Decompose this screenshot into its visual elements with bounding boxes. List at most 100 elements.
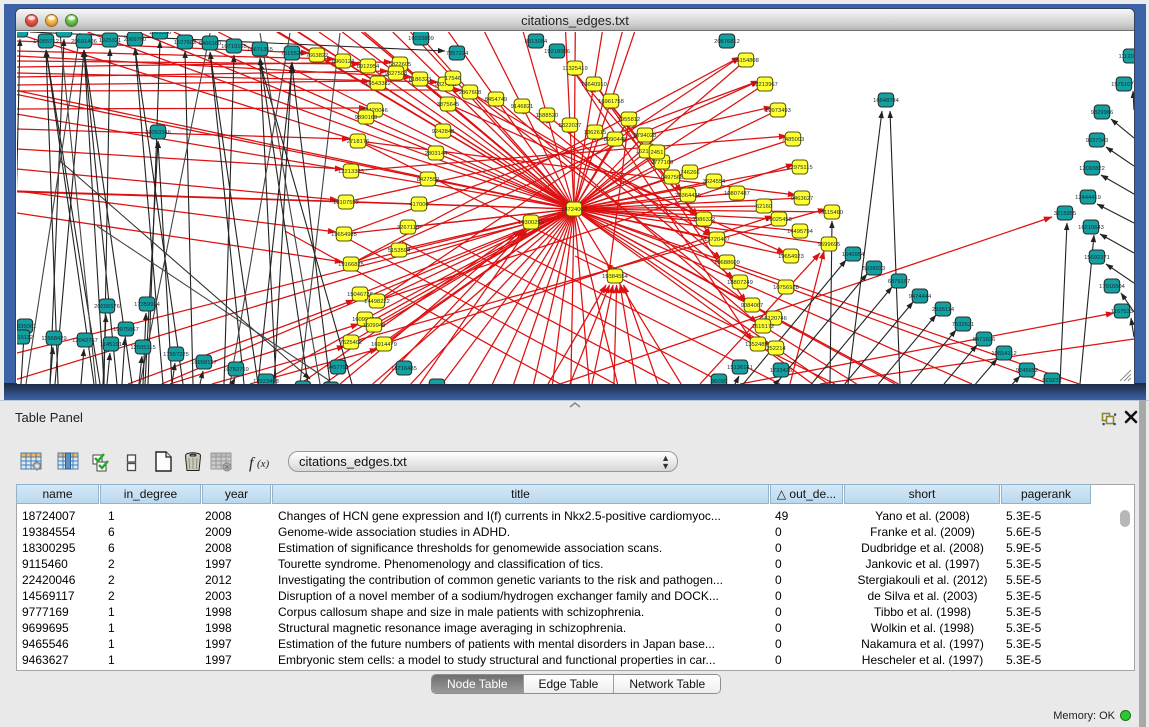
svg-text:16671355: 16671355	[247, 47, 273, 53]
svg-text:9777169: 9777169	[651, 160, 674, 166]
svg-text:10654112: 10654112	[991, 351, 1016, 357]
svg-text:8427552: 8427552	[417, 177, 440, 183]
svg-text:8912954: 8912954	[357, 64, 380, 70]
svg-text:7955812: 7955812	[618, 117, 641, 123]
svg-text:746266: 746266	[680, 170, 699, 176]
svg-text:14495794: 14495794	[787, 229, 814, 235]
svg-text:3624554: 3624554	[703, 179, 726, 185]
svg-text:15720407: 15720407	[704, 237, 730, 243]
svg-text:8990448: 8990448	[604, 137, 627, 143]
svg-text:252214: 252214	[766, 346, 786, 352]
svg-text:9146821: 9146821	[511, 104, 534, 110]
svg-text:12444419: 12444419	[1075, 195, 1101, 201]
svg-text:1362615: 1362615	[584, 130, 607, 136]
svg-text:8186323: 8186323	[409, 77, 432, 83]
svg-text:8454749: 8454749	[485, 97, 508, 103]
svg-text:3915112: 3915112	[17, 335, 33, 341]
svg-text:1935061: 1935061	[17, 324, 36, 330]
svg-text:11325419: 11325419	[562, 66, 587, 72]
svg-text:(x): (x)	[257, 458, 270, 470]
svg-text:1925321: 1925321	[53, 32, 76, 34]
svg-text:7485003: 7485003	[782, 137, 805, 143]
svg-text:10756928: 10756928	[773, 285, 799, 291]
svg-text:10807487: 10807487	[724, 191, 750, 197]
svg-text:19654985: 19654985	[331, 232, 357, 238]
svg-text:3215955: 3215955	[1054, 211, 1077, 217]
svg-text:15751074: 15751074	[1111, 82, 1134, 88]
svg-text:10973493: 10973493	[765, 108, 791, 114]
svg-text:14498222: 14498222	[364, 299, 390, 305]
svg-text:9794028: 9794028	[634, 133, 657, 139]
svg-text:2935114: 2935114	[932, 307, 955, 313]
svg-text:417006: 417006	[409, 202, 428, 208]
svg-text:3875645: 3875645	[437, 102, 460, 108]
svg-text:10975867: 10975867	[113, 327, 139, 333]
svg-text:12505115: 12505115	[130, 345, 155, 351]
svg-text:96095: 96095	[711, 379, 727, 384]
svg-text:15692371: 15692371	[1084, 255, 1110, 261]
svg-text:12042757: 12042757	[72, 338, 98, 344]
svg-text:8960124: 8960124	[332, 59, 355, 65]
svg-text:1674195: 1674195	[17, 32, 31, 34]
svg-text:16961758: 16961758	[598, 99, 624, 105]
svg-text:12093822: 12093822	[1079, 166, 1105, 172]
svg-text:1733426: 1733426	[770, 368, 793, 374]
svg-text:7625402: 7625402	[340, 340, 363, 346]
svg-text:5153594: 5153594	[388, 248, 411, 254]
svg-text:7663822: 7663822	[306, 53, 329, 59]
svg-text:17359924: 17359924	[134, 302, 161, 308]
svg-text:1640954: 1640954	[842, 252, 865, 258]
svg-text:16210643: 16210643	[1078, 225, 1104, 231]
svg-text:9242848: 9242848	[432, 129, 455, 135]
svg-text:18107552: 18107552	[333, 200, 359, 206]
svg-text:9329966: 9329966	[1091, 110, 1114, 116]
svg-text:1588520: 1588520	[536, 113, 559, 119]
svg-text:5938923: 5938923	[863, 266, 886, 272]
svg-text:2718176: 2718176	[347, 139, 370, 145]
svg-text:19654923: 19654923	[778, 254, 804, 260]
svg-text:10688609: 10688609	[714, 260, 740, 266]
svg-text:9463627: 9463627	[791, 196, 814, 202]
svg-text:16033809: 16033809	[408, 36, 434, 42]
svg-text:17957225: 17957225	[163, 352, 189, 358]
svg-text:1609948: 1609948	[363, 323, 386, 329]
svg-text:7515526: 7515526	[281, 51, 304, 57]
svg-text:6879197: 6879197	[888, 279, 911, 285]
svg-text:929232: 929232	[1042, 378, 1061, 384]
svg-text:19300295: 19300295	[518, 220, 544, 226]
svg-text:16958127: 16958127	[191, 360, 217, 366]
svg-text:7632621: 7632621	[952, 322, 975, 328]
svg-text:19218906: 19218906	[544, 49, 570, 55]
svg-text:2803144: 2803144	[425, 151, 448, 157]
svg-text:62160: 62160	[756, 204, 772, 210]
svg-text:20691406: 20691406	[71, 39, 97, 45]
svg-text:8471626: 8471626	[973, 337, 996, 343]
svg-text:19384554: 19384554	[602, 274, 629, 280]
svg-text:18807249: 18807249	[727, 280, 753, 286]
svg-text:1925321: 1925321	[99, 38, 122, 44]
svg-text:14055712: 14055712	[33, 39, 59, 45]
svg-text:13640910: 13640910	[581, 82, 607, 88]
svg-text:12975115: 12975115	[787, 165, 812, 171]
svg-text:12213967: 12213967	[752, 82, 778, 88]
svg-text:9245652: 9245652	[1016, 368, 1039, 374]
svg-text:9699695: 9699695	[818, 242, 841, 248]
svg-text:16914479: 16914479	[371, 342, 397, 348]
svg-text:15136141: 15136141	[727, 365, 753, 371]
svg-text:7357224: 7357224	[446, 51, 469, 57]
svg-text:9457791: 9457791	[327, 365, 350, 371]
svg-text:16648784: 16648784	[873, 98, 900, 104]
svg-text:9327508: 9327508	[385, 71, 408, 77]
svg-text:1065326: 1065326	[149, 32, 172, 36]
svg-text:20364436: 20364436	[675, 193, 701, 199]
svg-text:2069760: 2069760	[124, 37, 147, 43]
svg-text:9474444: 9474444	[909, 294, 932, 300]
svg-text:19166825: 19166825	[338, 262, 364, 268]
svg-text:2451: 2451	[651, 150, 664, 156]
svg-text:15716485: 15716485	[391, 366, 417, 372]
svg-text:20876812: 20876812	[714, 39, 740, 45]
svg-text:3267110: 3267110	[397, 225, 419, 231]
svg-text:11568429: 11568429	[41, 336, 66, 342]
svg-text:9115460: 9115460	[821, 210, 843, 216]
svg-text:5322037: 5322037	[559, 123, 582, 129]
